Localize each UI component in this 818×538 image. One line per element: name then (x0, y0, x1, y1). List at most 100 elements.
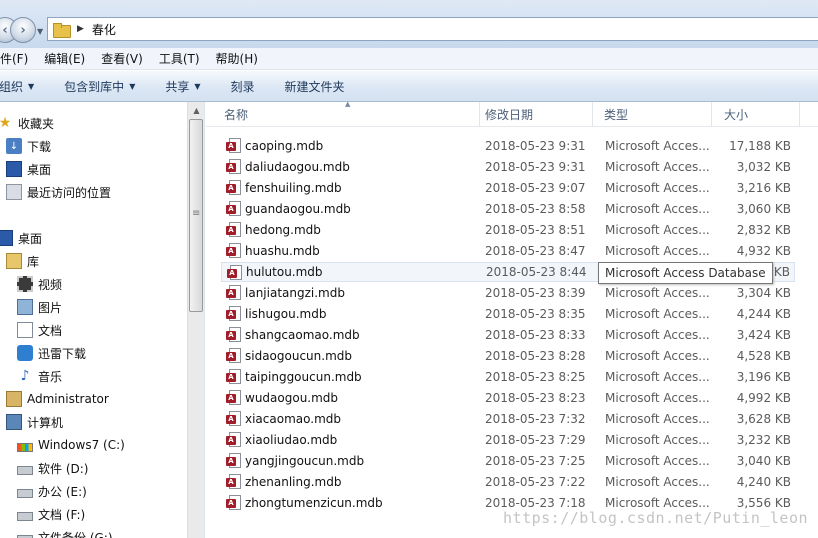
nav-drive-f[interactable]: 文档 (F:) (17, 504, 85, 524)
folder-icon (53, 22, 71, 38)
star-icon: ★ (0, 115, 13, 131)
file-type: Microsoft Acces... (605, 223, 710, 237)
nav-recent-places[interactable]: 最近访问的位置 (6, 182, 111, 202)
arrow-right-icon: › (20, 22, 26, 38)
scroll-up-icon[interactable]: ▲ (188, 102, 205, 119)
menu-help[interactable]: 帮助(H) (208, 50, 266, 67)
file-type: Microsoft Acces... (605, 370, 710, 384)
file-type: Microsoft Acces... (605, 412, 710, 426)
table-row[interactable]: Ahedong.mdb 2018-05-23 8:51 Microsoft Acce… (221, 220, 795, 240)
nav-xunlei-downloads[interactable]: 迅雷下载 (17, 343, 86, 363)
column-header-label: 修改日期 (485, 108, 534, 122)
file-date: 2018-05-23 9:31 (485, 139, 586, 153)
nav-desktop-favorite[interactable]: 桌面 (6, 159, 51, 179)
nav-computer[interactable]: 计算机 (6, 412, 63, 432)
file-date: 2018-05-23 9:31 (485, 160, 586, 174)
organize-label: 组织 (0, 79, 24, 94)
scrollbar-thumb[interactable] (189, 119, 203, 312)
file-date: 2018-05-23 8:51 (485, 223, 586, 237)
picture-icon (17, 299, 33, 315)
table-row[interactable]: Ataipinggoucun.mdb 2018-05-23 8:25 Microso… (221, 367, 795, 387)
recent-pages-dropdown-icon[interactable]: ▼ (37, 27, 43, 36)
file-type: Microsoft Acces... (605, 244, 710, 258)
file-type: Microsoft Acces... (605, 139, 710, 153)
address-bar[interactable]: ▶ 春化 (47, 17, 818, 41)
file-size: 4,992 KB (736, 391, 791, 405)
chevron-right-icon[interactable]: ▶ (77, 24, 84, 34)
burn-label: 刻录 (230, 79, 255, 94)
menu-file[interactable]: 件(F) (0, 50, 36, 67)
nav-scrollbar[interactable]: ▲ (187, 102, 204, 538)
nav-label: 桌面 (27, 162, 52, 177)
nav-downloads[interactable]: ↓ 下载 (6, 136, 51, 156)
nav-drive-e[interactable]: 办公 (E:) (17, 481, 87, 501)
table-row[interactable]: Afenshuiling.mdb 2018-05-23 9:07 Microsoft… (221, 178, 795, 198)
burn-button[interactable]: 刻录 (231, 78, 255, 95)
nav-drive-g[interactable]: 文件备份 (G:) (17, 527, 113, 538)
nav-desktop[interactable]: 桌面 (0, 228, 42, 248)
chevron-down-icon: ▼ (28, 81, 35, 91)
access-database-icon: A (226, 285, 242, 301)
table-row[interactable]: Ahuashu.mdb 2018-05-23 8:47 Microsoft Acce… (221, 241, 795, 261)
table-row[interactable]: Azhenanling.mdb 2018-05-23 7:22 Microsoft … (221, 472, 795, 492)
file-date: 2018-05-23 8:25 (485, 370, 586, 384)
library-icon (6, 253, 22, 269)
share-button[interactable]: 共享 ▼ (165, 78, 200, 95)
table-row[interactable]: Aguandaogou.mdb 2018-05-23 8:58 Microsoft … (221, 199, 795, 219)
table-row[interactable]: Alanjiatangzi.mdb 2018-05-23 8:39 Microsof… (221, 283, 795, 303)
recent-places-icon (6, 184, 22, 200)
table-row[interactable]: Asidaogoucun.mdb 2018-05-23 8:28 Microsoft… (221, 346, 795, 366)
forward-button[interactable]: › (10, 17, 36, 43)
file-date: 2018-05-23 8:35 (485, 307, 586, 321)
table-row[interactable]: Acaoping.mdb 2018-05-23 9:31 Microsoft Acc… (221, 136, 795, 156)
breadcrumb-current-folder[interactable]: 春化 (92, 21, 116, 38)
command-bar: 组织 ▼ 包含到库中 ▼ 共享 ▼ 刻录 新建文件夹 (0, 71, 818, 102)
nav-drive-d[interactable]: 软件 (D:) (17, 458, 88, 478)
file-type: Microsoft Acces... (605, 181, 710, 195)
column-header-date[interactable]: 修改日期 (473, 102, 593, 127)
column-header-size[interactable]: 大小 (712, 102, 800, 127)
table-row[interactable]: Ayangjingoucun.mdb 2018-05-23 7:25 Microso… (221, 451, 795, 471)
file-name: fenshuiling.mdb (245, 181, 342, 195)
nav-label: 文档 (F:) (38, 507, 86, 522)
column-header-type[interactable]: 类型 (592, 102, 712, 127)
nav-label: 桌面 (18, 231, 43, 246)
document-icon (17, 322, 33, 338)
nav-music[interactable]: ♪ 音乐 (17, 366, 62, 386)
nav-drive-c[interactable]: Windows7 (C:) (17, 435, 125, 455)
column-header-label: 类型 (604, 108, 629, 122)
user-folder-icon (6, 391, 22, 407)
nav-libraries[interactable]: 库 (6, 251, 39, 271)
nav-documents[interactable]: 文档 (17, 320, 62, 340)
organize-button[interactable]: 组织 ▼ (0, 78, 34, 95)
file-size: 4,240 KB (736, 475, 791, 489)
file-size: 3,216 KB (736, 181, 791, 195)
include-in-library-button[interactable]: 包含到库中 ▼ (64, 78, 135, 95)
access-database-icon: A (226, 432, 242, 448)
nav-administrator[interactable]: Administrator (6, 389, 109, 409)
table-row[interactable]: Axiacaomao.mdb 2018-05-23 7:32 Microsoft A… (221, 409, 795, 429)
table-row[interactable]: Ashangcaomao.mdb 2018-05-23 8:33 Microsoft… (221, 325, 795, 345)
nav-favorites[interactable]: ★ 收藏夹 (0, 113, 54, 133)
nav-label: 软件 (D:) (38, 461, 89, 476)
file-date: 2018-05-23 7:18 (485, 496, 586, 510)
access-database-icon: A (226, 390, 242, 406)
file-name: xiaoliudao.mdb (245, 433, 338, 447)
menu-tools[interactable]: 工具(T) (151, 50, 208, 67)
menu-view[interactable]: 查看(V) (93, 50, 151, 67)
table-row[interactable]: Alishugou.mdb 2018-05-23 8:35 Microsoft Ac… (221, 304, 795, 324)
file-date: 2018-05-23 8:28 (485, 349, 586, 363)
table-row[interactable]: Awudaogou.mdb 2018-05-23 8:23 Microsoft Ac… (221, 388, 795, 408)
file-date: 2018-05-23 7:29 (485, 433, 586, 447)
table-row[interactable]: Axiaoliudao.mdb 2018-05-23 7:29 Microsoft … (221, 430, 795, 450)
nav-pictures[interactable]: 图片 (17, 297, 62, 317)
table-row[interactable]: Adaliudaogou.mdb 2018-05-23 9:31 Microsoft… (221, 157, 795, 177)
new-folder-button[interactable]: 新建文件夹 (285, 78, 345, 95)
music-note-icon: ♪ (20, 368, 30, 384)
nav-videos[interactable]: 视频 (17, 274, 62, 294)
menu-edit[interactable]: 编辑(E) (36, 50, 93, 67)
desktop-icon (0, 230, 13, 246)
nav-label: 计算机 (27, 415, 64, 430)
file-type: Microsoft Acces... (605, 496, 710, 510)
access-database-icon: A (226, 348, 242, 364)
